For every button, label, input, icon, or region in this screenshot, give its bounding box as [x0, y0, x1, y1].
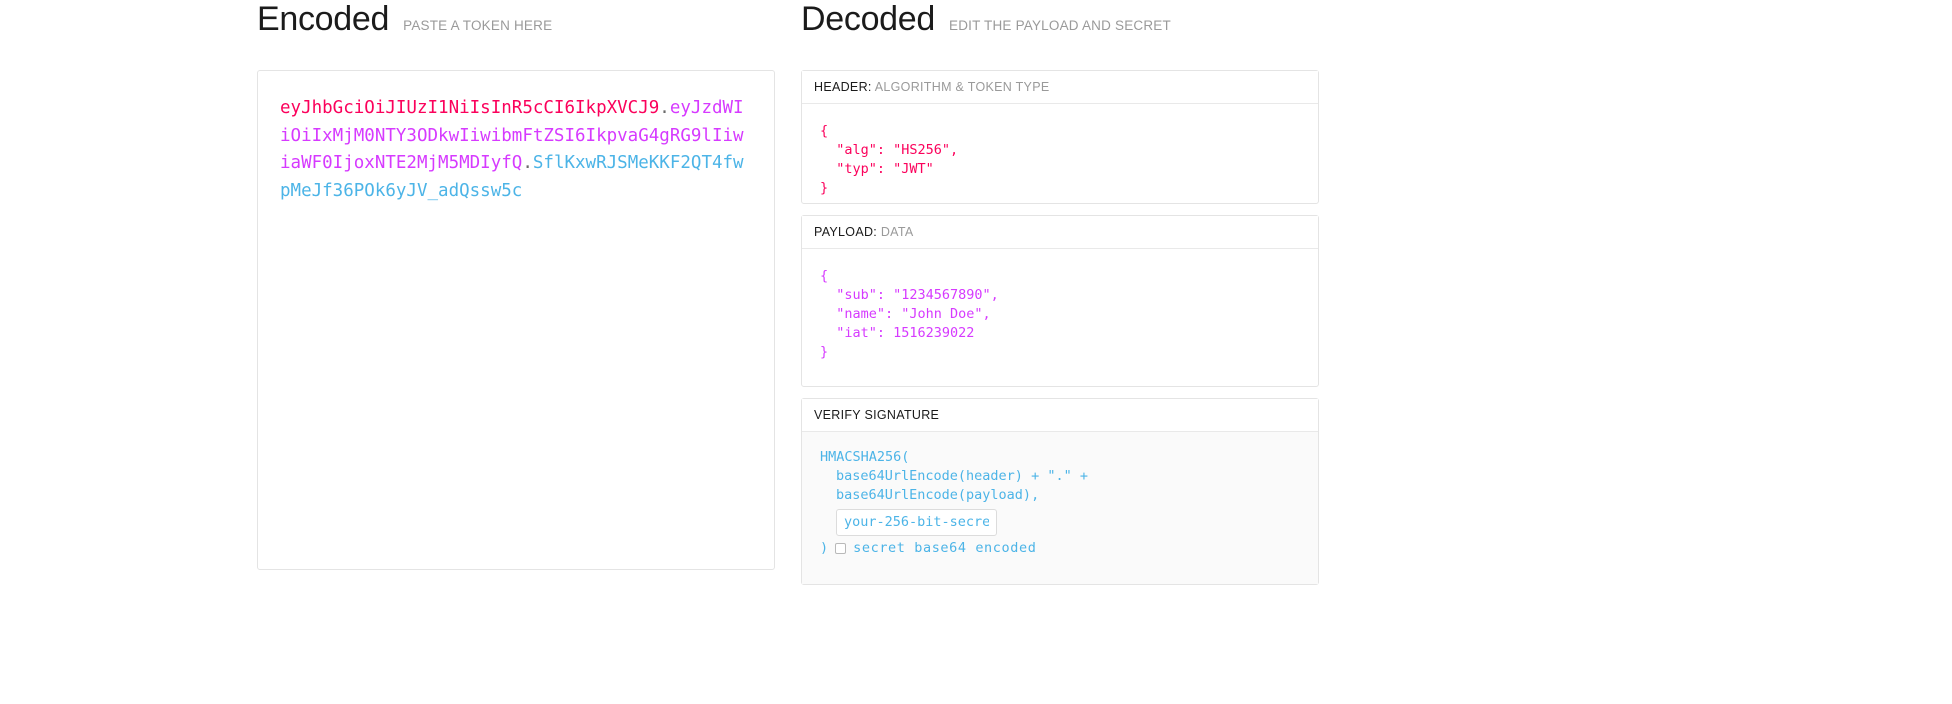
- header-panel-label-muted: ALGORITHM & TOKEN TYPE: [874, 80, 1050, 94]
- signature-panel-label: VERIFY SIGNATURE: [802, 399, 1318, 432]
- signature-closing-row: ) secret base64 encoded: [820, 539, 1300, 558]
- encoded-title: Encoded: [257, 0, 390, 38]
- encoded-subtitle: PASTE A TOKEN HERE: [403, 18, 553, 33]
- decoded-subtitle: EDIT THE PAYLOAD AND SECRET: [949, 18, 1171, 33]
- header-panel-label-strong: HEADER:: [814, 80, 872, 94]
- secret-input[interactable]: [836, 509, 997, 536]
- header-panel-label: HEADER: ALGORITHM & TOKEN TYPE: [802, 71, 1318, 104]
- payload-json-editor[interactable]: { "sub": "1234567890", "name": "John Doe…: [802, 249, 1318, 386]
- header-json-editor[interactable]: { "alg": "HS256", "typ": "JWT" }: [802, 104, 1318, 203]
- payload-panel-label-muted: DATA: [880, 225, 914, 239]
- decoded-heading: Decoded EDIT THE PAYLOAD AND SECRET: [801, 0, 1319, 36]
- encoded-column: Encoded PASTE A TOKEN HERE eyJhbGciOiJIU…: [257, 0, 775, 570]
- decoded-column: Decoded EDIT THE PAYLOAD AND SECRET HEAD…: [801, 0, 1319, 585]
- base64-header-line: base64UrlEncode(header) + "." +: [836, 468, 1088, 484]
- base64-encoded-checkbox[interactable]: [835, 543, 847, 554]
- decoded-title: Decoded: [801, 0, 935, 38]
- token-separator-2: .: [522, 153, 533, 173]
- jwt-debugger-page: Encoded PASTE A TOKEN HERE eyJhbGciOiJIU…: [0, 0, 1952, 704]
- token-separator-1: .: [659, 98, 670, 118]
- signature-panel: VERIFY SIGNATURE HMACSHA256( base64UrlEn…: [801, 398, 1319, 585]
- encoded-token-text[interactable]: eyJhbGciOiJIUzI1NiIsInR5cCI6IkpXVCJ9.eyJ…: [280, 95, 752, 205]
- decoded-panels: HEADER: ALGORITHM & TOKEN TYPE { "alg": …: [801, 70, 1319, 585]
- base64-encoded-label[interactable]: secret base64 encoded: [853, 539, 1036, 558]
- encoded-heading: Encoded PASTE A TOKEN HERE: [257, 0, 775, 36]
- payload-panel-label-strong: PAYLOAD:: [814, 225, 878, 239]
- header-panel: HEADER: ALGORITHM & TOKEN TYPE { "alg": …: [801, 70, 1319, 204]
- hmac-line: HMACSHA256(: [820, 449, 910, 465]
- base64-payload-line: base64UrlEncode(payload),: [836, 487, 1040, 503]
- payload-panel-label: PAYLOAD: DATA: [802, 216, 1318, 249]
- token-header-segment: eyJhbGciOiJIUzI1NiIsInR5cCI6IkpXVCJ9: [280, 98, 660, 118]
- closing-paren: ): [820, 540, 829, 556]
- signature-panel-label-strong: VERIFY SIGNATURE: [814, 408, 940, 422]
- payload-panel: PAYLOAD: DATA { "sub": "1234567890", "na…: [801, 215, 1319, 387]
- secret-row: [836, 509, 1300, 536]
- encoded-token-input[interactable]: eyJhbGciOiJIUzI1NiIsInR5cCI6IkpXVCJ9.eyJ…: [257, 70, 775, 570]
- signature-verifier: HMACSHA256( base64UrlEncode(header) + ".…: [802, 432, 1318, 584]
